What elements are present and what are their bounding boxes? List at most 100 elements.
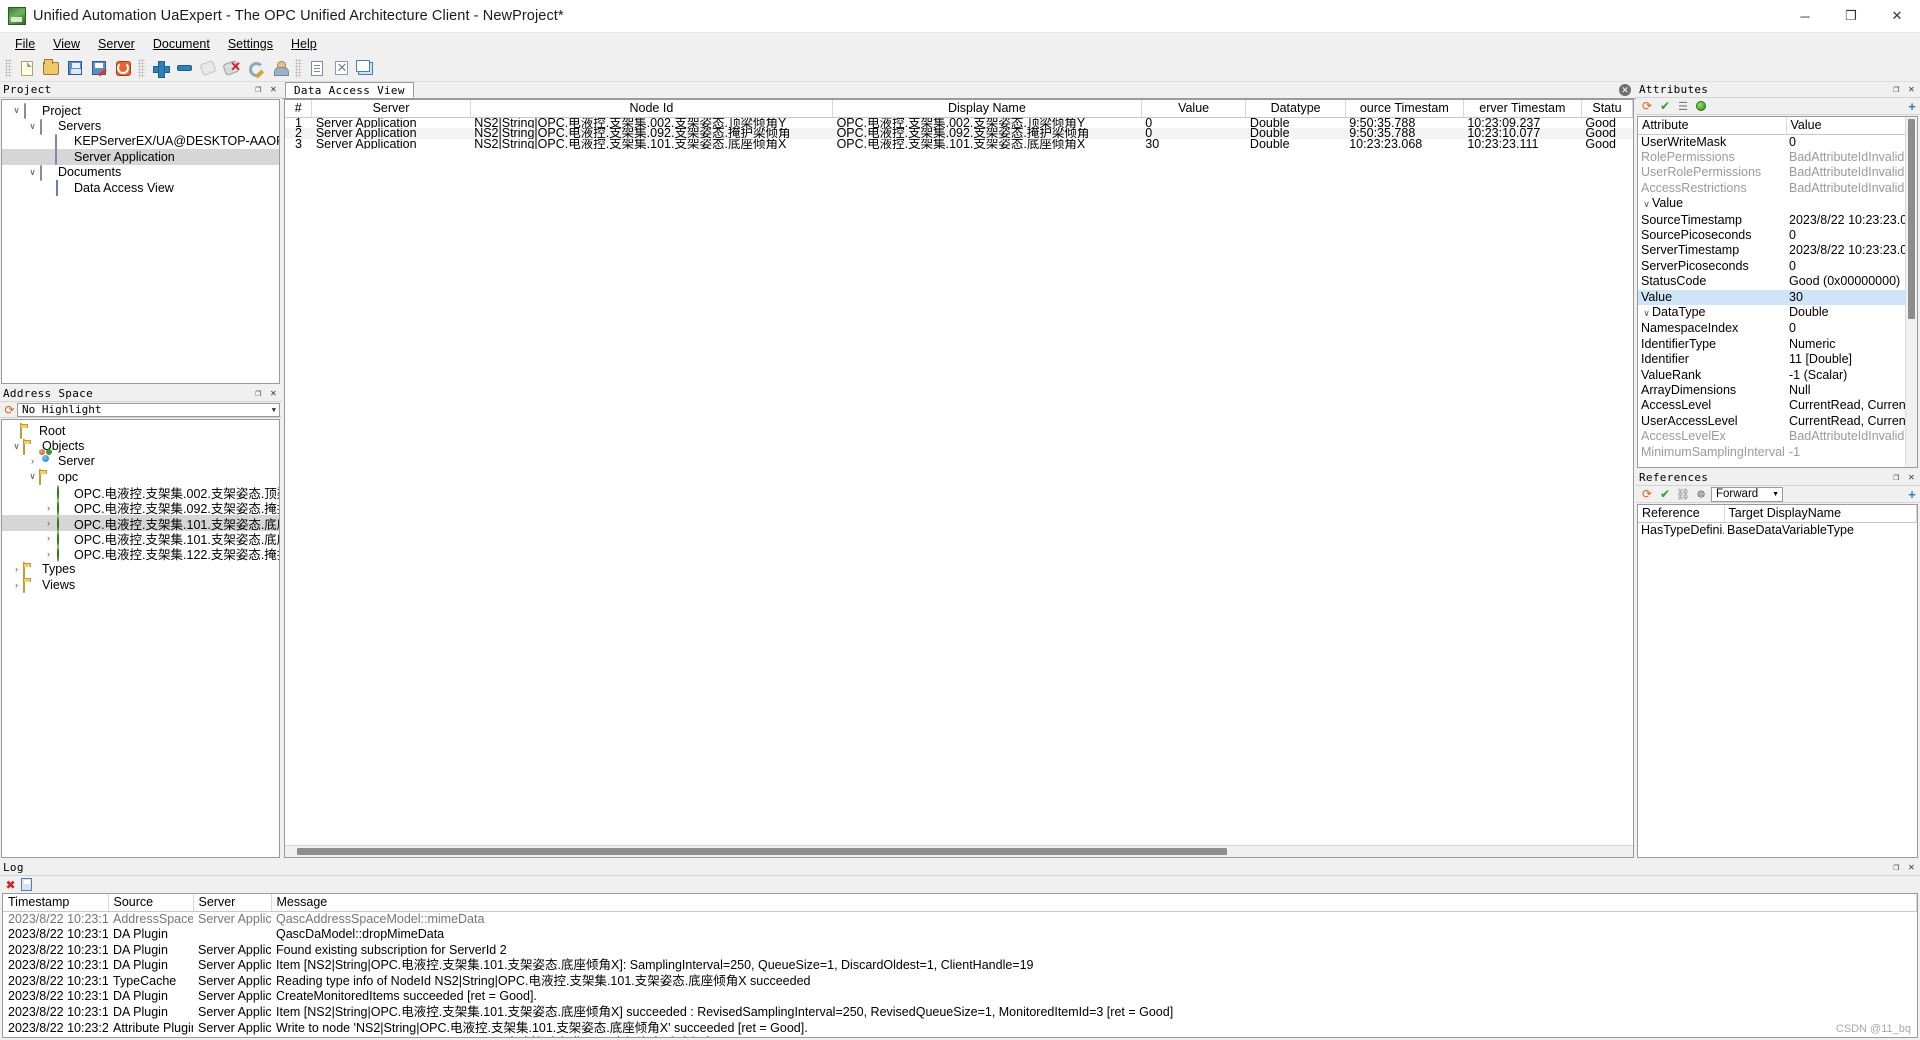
table-row[interactable]: UserRolePermissions BadAttributeIdInvalid… <box>1638 165 1917 180</box>
tab-data-access-view[interactable]: Data Access View <box>285 82 414 98</box>
as-item-server[interactable]: › Server <box>2 454 279 469</box>
maximize-button[interactable]: ❐ <box>1828 0 1874 33</box>
graph-icon[interactable]: ☸ <box>1693 487 1709 502</box>
project-tree-item-data-access-view[interactable]: \ Data Access View <box>2 180 279 197</box>
table-row[interactable]: 2023/8/22 10:23:1... DA Plugin QascDaMod… <box>3 927 1917 943</box>
chevron-down-icon[interactable]: ∨ <box>10 105 23 116</box>
table-row[interactable]: StatusCode Good (0x00000000) <box>1638 274 1917 289</box>
configure-icon[interactable] <box>244 56 268 80</box>
status-dot-icon[interactable] <box>1693 99 1709 114</box>
as-item-views[interactable]: › Views <box>2 577 279 594</box>
log-col-server[interactable]: Server <box>193 894 272 912</box>
project-tree-item-documents[interactable]: ∨ Documents <box>2 164 279 181</box>
dav-scroll-thumb[interactable] <box>297 848 1227 855</box>
chevron-down-icon[interactable]: ∨ <box>26 167 39 178</box>
toolbar-grip-3[interactable] <box>295 58 302 78</box>
chevron-right-icon[interactable]: › <box>42 549 55 559</box>
user-icon[interactable] <box>268 56 292 80</box>
dav-col-server-timestamp[interactable]: erver Timestam <box>1463 100 1582 118</box>
tab-close-icon[interactable]: ✕ <box>1619 84 1631 96</box>
project-close-icon[interactable]: ✕ <box>267 83 280 96</box>
toolbar-grip[interactable] <box>5 58 12 78</box>
refresh-icon[interactable]: ⟳ <box>1639 487 1655 502</box>
table-row[interactable]: 2023/8/22 10:23:1... DA Plugin Server Ap… <box>3 1005 1917 1021</box>
log-close-icon[interactable]: ✕ <box>1905 861 1918 874</box>
references-float-icon[interactable]: ❐ <box>1890 471 1903 484</box>
attributes-close-icon[interactable]: ✕ <box>1905 83 1918 96</box>
chevron-right-icon[interactable]: › <box>42 533 55 543</box>
menu-server[interactable]: Server <box>89 35 144 53</box>
add-server-icon[interactable] <box>148 56 172 80</box>
log-col-source[interactable]: Source <box>108 894 194 912</box>
project-tree-item-server-application[interactable]: \ Server Application <box>2 149 279 166</box>
as-item-root[interactable]: \ Root <box>2 423 279 440</box>
project-tree-item-kepserver[interactable]: \ KEPServerEX/UA@DESKTOP-AAOP9C7 <box>2 133 279 150</box>
address-space-close-icon[interactable]: ✕ <box>267 387 280 400</box>
table-row[interactable]: 1 Server Application NS2|String|OPC.电液控.… <box>285 117 1633 128</box>
table-row-selected[interactable]: Value 30 <box>1638 289 1917 305</box>
table-row[interactable]: 2023/8/22 10:23:2... Attribute Plugin Se… <box>3 1021 1917 1037</box>
dav-col-value[interactable]: Value <box>1141 100 1247 118</box>
as-item-var-122[interactable]: › OPC.电液控.支架集.122.支架姿态.掩护梁倾角 <box>2 546 279 562</box>
open-folder-icon[interactable] <box>39 56 63 80</box>
table-row[interactable]: NamespaceIndex 0 <box>1638 321 1917 336</box>
table-row[interactable]: AccessLevel CurrentRead, CurrentWrit <box>1638 398 1917 413</box>
ref-col-reference[interactable]: Reference <box>1638 505 1725 523</box>
table-row[interactable]: 2 Server Application NS2|String|OPC.电液控.… <box>285 128 1633 139</box>
attr-name-group[interactable]: ∨ Value <box>1638 196 1786 212</box>
dav-col-datatype[interactable]: Datatype <box>1245 100 1346 118</box>
table-row[interactable]: MinimumSamplingInterval -1 <box>1638 445 1917 460</box>
as-item-types[interactable]: › Types <box>2 561 279 578</box>
table-row[interactable]: ServerTimestamp 2023/8/22 10:23:23.070 <box>1638 243 1917 258</box>
save-as-icon[interactable] <box>87 56 111 80</box>
refresh-icon[interactable]: ⟳ <box>1639 99 1655 114</box>
table-row[interactable]: IdentifierType Numeric <box>1638 337 1917 352</box>
table-row[interactable]: Identifier 11 [Double] <box>1638 352 1917 367</box>
chevron-right-icon[interactable]: › <box>10 564 23 574</box>
menu-settings[interactable]: Settings <box>219 35 282 53</box>
project-tree-item-servers[interactable]: ∨ Servers <box>2 118 279 135</box>
check-icon[interactable]: ✔ <box>1657 487 1673 502</box>
chevron-down-icon[interactable]: ∨ <box>26 121 39 132</box>
table-row[interactable]: 3 Server Application NS2|String|OPC.电液控.… <box>285 139 1633 150</box>
references-close-icon[interactable]: ✕ <box>1905 471 1918 484</box>
table-row[interactable]: ∨ Value <box>1638 196 1917 212</box>
dav-col-node-id[interactable]: Node Id <box>470 100 834 118</box>
attr-col-attribute[interactable]: Attribute <box>1638 117 1787 135</box>
connect-icon[interactable] <box>196 56 220 80</box>
chevron-down-icon[interactable]: ∨ <box>1641 306 1652 321</box>
table-row[interactable]: 2023/8/22 10:23:1... DA Plugin Server Ap… <box>3 943 1917 959</box>
log-col-timestamp[interactable]: Timestamp <box>3 894 109 912</box>
address-space-float-icon[interactable]: ❐ <box>252 387 265 400</box>
log-float-icon[interactable]: ❐ <box>1890 861 1903 874</box>
menu-file[interactable]: File <box>6 35 44 53</box>
table-row[interactable]: 2023/8/22 10:23:1... TypeCache Server Ap… <box>3 974 1917 990</box>
table-row[interactable]: SourcePicoseconds 0 <box>1638 228 1917 243</box>
project-tree-item-project[interactable]: ∨ Project <box>2 103 279 120</box>
table-row[interactable]: AccessRestrictions BadAttributeIdInvalid … <box>1638 181 1917 196</box>
table-row[interactable]: ∨ DataType Double <box>1638 305 1917 321</box>
attr-name-group[interactable]: ∨ DataType <box>1638 305 1786 321</box>
disconnect-icon[interactable] <box>220 56 244 80</box>
chevron-right-icon[interactable]: › <box>26 456 39 466</box>
attributes-float-icon[interactable]: ❐ <box>1890 83 1903 96</box>
table-row[interactable]: SourceTimestamp 2023/8/22 10:23:23.068 <box>1638 213 1917 228</box>
table-row[interactable]: 2023/8/22 10:23:1... AddressSpace... Ser… <box>3 911 1917 927</box>
table-row[interactable]: HasTypeDefini... BaseDataVariableType <box>1638 522 1917 538</box>
toolbar-grip-2[interactable] <box>138 58 145 78</box>
chevron-right-icon[interactable]: › <box>42 518 55 528</box>
dav-col-num[interactable]: # <box>285 100 313 118</box>
chevron-down-icon[interactable]: ▼ <box>272 406 276 414</box>
chevron-down-icon[interactable]: ∨ <box>10 441 23 452</box>
save-log-icon[interactable] <box>21 878 32 891</box>
disconnect-power-icon[interactable] <box>111 56 135 80</box>
log-col-message[interactable]: Message <box>271 894 1917 912</box>
chevron-down-icon[interactable]: ∨ <box>26 471 39 482</box>
script-icon[interactable]: ☰ <box>1675 99 1691 114</box>
new-document-icon[interactable] <box>15 56 39 80</box>
dav-col-display-name[interactable]: Display Name <box>832 100 1142 118</box>
ref-col-target-display-name[interactable]: Target DisplayName <box>1724 505 1917 523</box>
chevron-down-icon[interactable]: ▼ <box>1772 491 1779 498</box>
clear-log-icon[interactable]: ✖ <box>4 878 17 892</box>
table-row[interactable]: AccessLevelEx BadAttributeIdInvalid (0x <box>1638 429 1917 444</box>
